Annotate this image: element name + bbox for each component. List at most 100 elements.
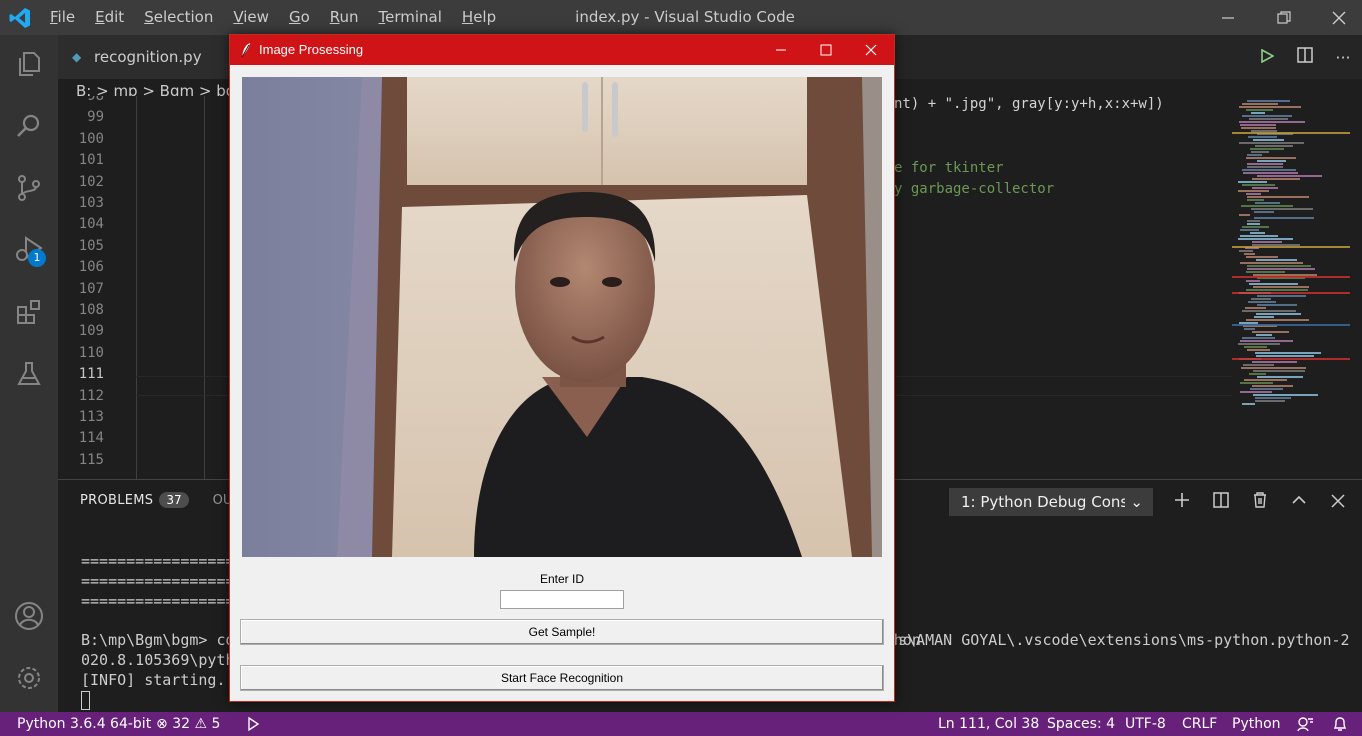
minimap-line xyxy=(1257,304,1297,306)
minimap-line xyxy=(1239,214,1250,216)
minimap-marker xyxy=(1232,324,1350,326)
line-ending[interactable]: CRLF xyxy=(1182,712,1217,736)
split-editor-icon xyxy=(1297,47,1313,63)
python-interpreter[interactable]: Python 3.6.4 64-bit xyxy=(17,712,151,736)
menu-help[interactable]: Help xyxy=(452,0,506,35)
debug-badge: 1 xyxy=(28,249,46,267)
minimap-line xyxy=(1242,226,1269,228)
testing-button[interactable] xyxy=(0,345,58,403)
notifications-button[interactable] xyxy=(1332,712,1348,736)
minimap-line xyxy=(1245,307,1266,309)
new-terminal-button[interactable] xyxy=(1162,492,1201,512)
minimize-button[interactable] xyxy=(1201,0,1255,35)
minimap-line xyxy=(1246,193,1261,195)
camera-frame xyxy=(242,77,882,557)
minimap-line xyxy=(1242,169,1296,171)
menu-selection[interactable]: Selection xyxy=(134,0,223,35)
cursor-position[interactable]: Ln 111, Col 38 xyxy=(938,712,1039,736)
tk-close-button[interactable] xyxy=(848,35,894,65)
line-number: 113 xyxy=(78,409,104,425)
close-panel-button[interactable] xyxy=(1318,493,1357,512)
minimap-line xyxy=(1240,391,1272,393)
tk-minimize-button[interactable] xyxy=(758,35,804,65)
error-icon: ⊗ xyxy=(156,716,168,732)
minimap-line xyxy=(1240,340,1293,342)
settings-button[interactable] xyxy=(0,649,58,707)
source-control-button[interactable] xyxy=(0,159,58,217)
line-number: 106 xyxy=(78,259,104,276)
minimize-icon xyxy=(776,49,786,51)
tab-recognition-py[interactable]: ◆ recognition.py xyxy=(58,35,238,79)
menu-view[interactable]: View xyxy=(223,0,279,35)
indentation[interactable]: Spaces: 4 xyxy=(1047,712,1115,736)
minimap-line xyxy=(1252,361,1297,363)
minimap-line xyxy=(1246,271,1285,273)
menu-run[interactable]: Run xyxy=(320,0,369,35)
debug-status-button[interactable] xyxy=(244,712,260,736)
minimap-marker xyxy=(1232,246,1350,248)
minimap-line xyxy=(1238,238,1293,240)
minimap-line xyxy=(1239,106,1301,108)
minimap-line xyxy=(1246,109,1273,111)
start-face-recognition-button[interactable]: Start Face Recognition xyxy=(240,665,884,691)
minimap-line xyxy=(1255,397,1291,399)
minimap-line xyxy=(1244,379,1287,381)
kill-terminal-button[interactable] xyxy=(1240,492,1279,512)
feedback-icon xyxy=(1297,717,1313,732)
run-file-button[interactable] xyxy=(1248,48,1286,67)
menu-go[interactable]: Go xyxy=(279,0,320,35)
minimap-line xyxy=(1247,166,1283,168)
split-terminal-icon xyxy=(1212,492,1229,508)
get-sample-button[interactable]: Get Sample! xyxy=(240,619,884,645)
minimap-line xyxy=(1246,256,1278,258)
search-button[interactable] xyxy=(0,97,58,155)
line-number: 115 xyxy=(78,451,104,468)
feedback-button[interactable] xyxy=(1296,712,1314,736)
error-count: 32 xyxy=(172,716,191,732)
restore-button[interactable] xyxy=(1257,0,1311,35)
minimap-line xyxy=(1255,400,1285,402)
close-window-button[interactable] xyxy=(1312,0,1362,35)
tk-maximize-button[interactable] xyxy=(803,35,849,65)
minimap-line xyxy=(1246,157,1296,159)
encoding[interactable]: UTF-8 xyxy=(1125,712,1166,736)
menu-edit[interactable]: Edit xyxy=(85,0,134,35)
accounts-button[interactable] xyxy=(0,587,58,645)
split-editor-button[interactable] xyxy=(1286,47,1324,67)
problems-status[interactable]: ⊗ 32 ⚠ 5 xyxy=(156,712,220,736)
minimap-line xyxy=(1251,208,1313,210)
vscode-titlebar: File Edit Selection View Go Run Terminal… xyxy=(0,0,1362,35)
line-number: 100 xyxy=(78,130,104,147)
minimap-line xyxy=(1254,211,1274,213)
minimap-line xyxy=(1249,373,1266,375)
maximize-panel-button[interactable] xyxy=(1279,492,1318,512)
minimap-line xyxy=(1253,139,1284,141)
more-actions-button[interactable]: ··· xyxy=(1324,48,1362,67)
minimap[interactable] xyxy=(1232,96,1350,479)
menu-file[interactable]: File xyxy=(40,0,85,35)
minimap-line xyxy=(1244,346,1267,348)
minimap-line xyxy=(1242,184,1275,186)
explorer-button[interactable] xyxy=(0,35,58,93)
close-icon xyxy=(865,44,877,56)
minimap-line xyxy=(1247,268,1315,270)
run-debug-button[interactable]: 1 xyxy=(0,221,58,279)
problems-count-badge: 37 xyxy=(159,492,189,508)
tab-label: recognition.py xyxy=(94,48,202,66)
id-input[interactable] xyxy=(500,590,624,609)
menu-terminal[interactable]: Terminal xyxy=(369,0,452,35)
minimap-line xyxy=(1253,286,1309,288)
tk-titlebar: Image Prosessing xyxy=(230,35,894,65)
extensions-button[interactable] xyxy=(0,283,58,341)
minimap-line xyxy=(1242,115,1292,117)
terminal-select[interactable]: 1: Python Debug Console ⌄ xyxy=(949,488,1153,516)
split-terminal-button[interactable] xyxy=(1201,492,1240,512)
python-file-icon: ◆ xyxy=(72,50,82,64)
tab-problems[interactable]: PROBLEMS xyxy=(80,493,153,508)
minimap-line xyxy=(1239,142,1304,144)
minimap-marker xyxy=(1232,276,1350,278)
minimap-line xyxy=(1257,175,1322,177)
language-mode[interactable]: Python xyxy=(1232,712,1281,736)
indent-guide xyxy=(136,96,137,479)
line-number: 101 xyxy=(78,152,104,169)
